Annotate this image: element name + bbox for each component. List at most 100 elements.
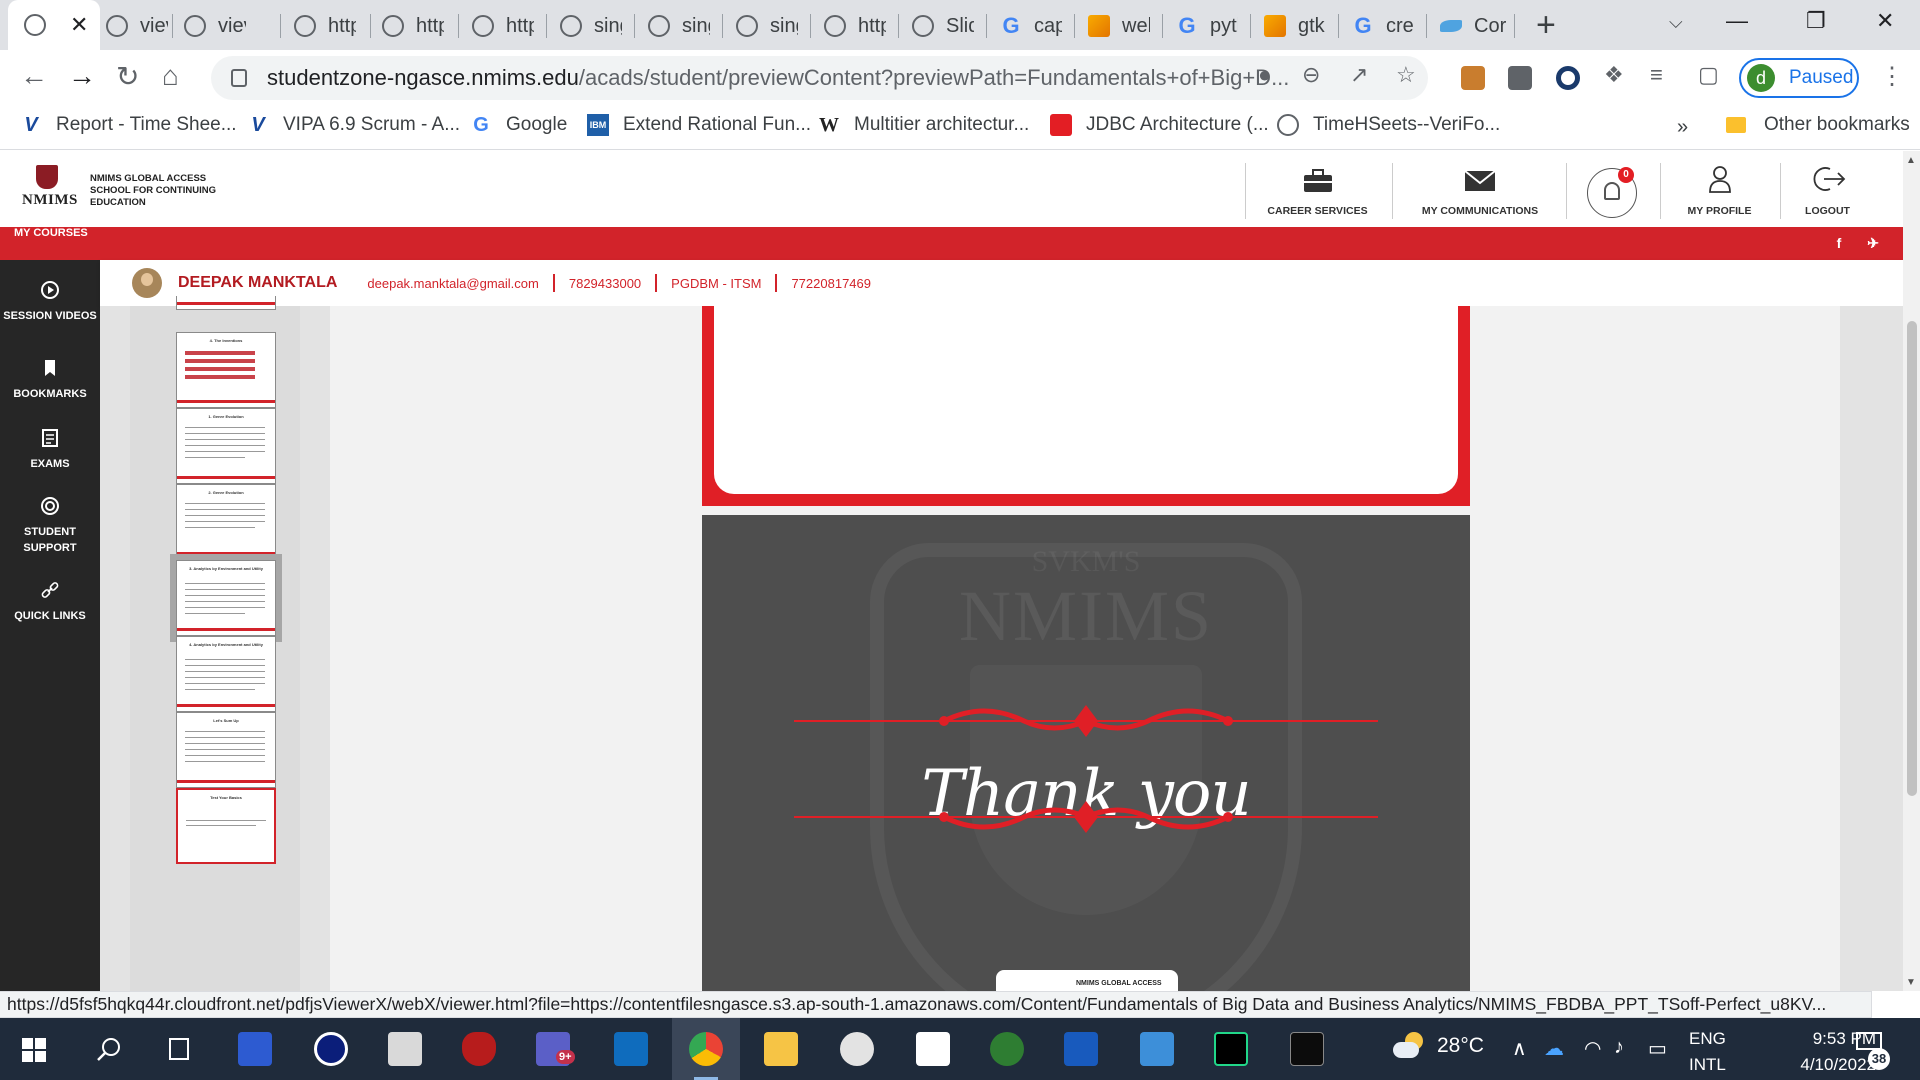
tab[interactable]: Slid: [906, 8, 974, 44]
notification-center-icon[interactable]: 38: [1856, 1032, 1890, 1070]
slide-thumbnail[interactable]: 1. Genre Evolution: [176, 408, 276, 484]
restore-icon[interactable]: ❐: [1806, 8, 1826, 34]
bookmark-item[interactable]: V VIPA 6.9 Scrum - A...: [247, 114, 460, 136]
slide-thumbnail[interactable]: 4. The Inventions: [176, 332, 276, 408]
tab[interactable]: Gcap: [994, 8, 1062, 44]
facebook-icon[interactable]: f: [1837, 235, 1842, 252]
zoom-icon[interactable]: ⊖: [1302, 62, 1320, 88]
slide-thumbnail[interactable]: [176, 296, 276, 310]
tab[interactable]: http: [288, 8, 356, 44]
bookmark-item[interactable]: W Multitier architectur...: [818, 114, 1029, 136]
word-icon[interactable]: [1064, 1032, 1098, 1066]
tab-search-icon[interactable]: ⌵: [1669, 12, 1683, 33]
bookmark-item[interactable]: JDBC Architecture (...: [1050, 114, 1269, 136]
app-icon[interactable]: [990, 1032, 1024, 1066]
battery-icon[interactable]: ▭: [1648, 1036, 1667, 1061]
onedrive-icon[interactable]: ☁: [1544, 1036, 1564, 1061]
slide-thumbnail[interactable]: Test Your Basics: [176, 788, 276, 864]
app-icon[interactable]: [388, 1032, 422, 1066]
share-icon[interactable]: ↗: [1350, 62, 1368, 88]
sidebar-item-exams[interactable]: EXAMS: [0, 428, 100, 472]
tab[interactable]: viev: [100, 8, 168, 44]
scroll-down-icon[interactable]: ▼: [1906, 977, 1916, 988]
bookmarks-overflow-icon[interactable]: »: [1677, 116, 1688, 139]
tab[interactable]: http: [818, 8, 886, 44]
star-icon[interactable]: ☆: [1396, 62, 1416, 88]
notifications-button[interactable]: 0: [1587, 167, 1637, 218]
location-pin-icon[interactable]: ●: [1258, 62, 1271, 88]
file-explorer-icon[interactable]: [764, 1032, 798, 1066]
my-profile-button[interactable]: MY PROFILE: [1672, 151, 1767, 227]
home-icon[interactable]: ⌂: [162, 60, 179, 92]
pycharm-icon[interactable]: [1214, 1032, 1248, 1066]
windows-start-icon[interactable]: [22, 1038, 46, 1062]
slide-thumbnail[interactable]: 4. Analytics by Environment and Utility: [176, 636, 276, 712]
forward-icon[interactable]: →: [68, 60, 96, 92]
other-bookmarks[interactable]: Other bookmarks: [1726, 114, 1910, 136]
sidebar-item-student-support[interactable]: STUDENT SUPPORT: [0, 496, 100, 556]
slide-thumbnails-panel[interactable]: 4. The Inventions 1. Genre Evolution 2. …: [130, 296, 300, 991]
search-icon[interactable]: [96, 1036, 122, 1062]
tab[interactable]: Gpytl: [1170, 8, 1238, 44]
career-services-button[interactable]: CAREER SERVICES: [1260, 151, 1375, 227]
wifi-icon[interactable]: ◠: [1584, 1036, 1601, 1061]
slide-thumbnail[interactable]: 2. Genre Evolution: [176, 484, 276, 560]
reload-icon[interactable]: ↻: [116, 60, 139, 93]
app-icon[interactable]: [238, 1032, 272, 1066]
sidebar-item-bookmarks[interactable]: BOOKMARKS: [0, 358, 100, 402]
twitter-icon[interactable]: ✈: [1867, 235, 1879, 252]
sidebar-item-quick-links[interactable]: QUICK LINKS: [0, 580, 100, 624]
tab[interactable]: http: [376, 8, 444, 44]
page-scrollbar[interactable]: ▲ ▼: [1903, 151, 1920, 991]
photos-icon[interactable]: [1140, 1032, 1174, 1066]
weather-widget[interactable]: 28°C: [1393, 1032, 1484, 1060]
volume-icon[interactable]: ♪: [1614, 1036, 1624, 1059]
extension-icon[interactable]: [1556, 66, 1580, 90]
tab[interactable]: Gcrea: [1346, 8, 1414, 44]
tab[interactable]: gtk: [1258, 8, 1326, 44]
scrollbar-thumb[interactable]: [1907, 321, 1917, 796]
sidebar-item-session-videos[interactable]: SESSION VIDEOS: [0, 280, 100, 324]
bookmark-item[interactable]: V Report - Time Shee...: [20, 114, 236, 136]
scroll-up-icon[interactable]: ▲: [1906, 155, 1916, 166]
app-icon[interactable]: [314, 1032, 348, 1066]
teams-icon[interactable]: 9+: [536, 1032, 575, 1066]
extension-icon[interactable]: [1461, 66, 1485, 90]
close-tab-icon[interactable]: ✕: [70, 12, 88, 38]
menu-icon[interactable]: ⋮: [1880, 62, 1904, 91]
nmims-logo[interactable]: NMIMS: [22, 165, 77, 217]
bookmark-item[interactable]: G Google: [470, 114, 567, 136]
puzzle-icon[interactable]: ❖: [1604, 62, 1624, 88]
new-tab-button[interactable]: +: [1536, 6, 1556, 45]
extension-icon[interactable]: [1508, 66, 1532, 90]
bookmark-item[interactable]: IBM Extend Rational Fun...: [587, 114, 811, 136]
minimize-icon[interactable]: —: [1726, 8, 1748, 34]
tab[interactable]: Cor: [1434, 8, 1514, 44]
my-courses-link[interactable]: MY COURSES: [14, 227, 88, 239]
profile-button[interactable]: d Paused: [1739, 58, 1859, 98]
tab[interactable]: sing: [554, 8, 622, 44]
tab-active[interactable]: ✕: [8, 0, 100, 50]
slide-thumbnail-selected[interactable]: 3. Analytics by Environment and Utility: [176, 560, 276, 636]
media-icon[interactable]: ≡: [1650, 62, 1663, 88]
tab[interactable]: viev: [178, 8, 246, 44]
logout-button[interactable]: LOGOUT: [1790, 151, 1865, 227]
close-window-icon[interactable]: ✕: [1876, 8, 1894, 34]
bookmark-item[interactable]: TimeHSeets--VeriFo...: [1277, 114, 1500, 136]
language-indicator[interactable]: ENG INTL: [1689, 1026, 1726, 1078]
acrobat-icon[interactable]: [916, 1032, 950, 1066]
address-bar[interactable]: studentzone-ngasce.nmims.edu/acads/stude…: [211, 56, 1428, 100]
tab[interactable]: sing: [730, 8, 798, 44]
tab[interactable]: sing: [642, 8, 710, 44]
terminal-icon[interactable]: [1290, 1032, 1324, 1066]
outlook-icon[interactable]: [614, 1032, 648, 1066]
chrome-icon[interactable]: [689, 1032, 723, 1066]
chevron-up-icon[interactable]: ∧: [1512, 1036, 1527, 1061]
app-icon[interactable]: [840, 1032, 874, 1066]
tab[interactable]: http: [466, 8, 534, 44]
app-icon[interactable]: [462, 1032, 496, 1066]
task-view-icon[interactable]: [166, 1036, 192, 1062]
sidepanel-icon[interactable]: ▢: [1698, 62, 1719, 88]
back-icon[interactable]: ←: [20, 60, 48, 92]
slide-thumbnail[interactable]: Let's Sum Up: [176, 712, 276, 788]
